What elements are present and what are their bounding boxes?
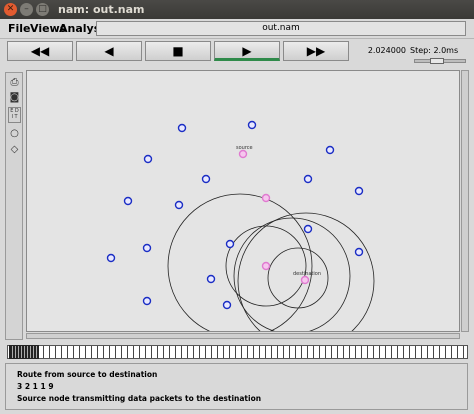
step-slider-knob[interactable] [430, 58, 444, 64]
source-node[interactable] [238, 149, 248, 159]
horizontal-scrollbar[interactable] [26, 333, 460, 339]
node[interactable] [354, 186, 364, 196]
step-back-button[interactable]: ◀ [76, 41, 142, 61]
node[interactable] [201, 174, 211, 184]
printer-icon[interactable]: ⎙ [8, 76, 21, 89]
vertical-scrollbar[interactable] [461, 70, 469, 332]
network-svg: source destination [106, 120, 375, 331]
node[interactable] [354, 247, 364, 257]
destination-label: destination [293, 271, 321, 277]
close-button[interactable]: ✕ [4, 3, 17, 16]
rewind-button[interactable]: ◀◀ [7, 41, 73, 61]
trace-file-name: out.nam [96, 21, 466, 36]
log-line: Source node transmitting data packets to… [17, 394, 262, 403]
node[interactable] [142, 296, 152, 306]
timeline-bar[interactable] [7, 345, 468, 359]
menu-file[interactable]: File [8, 22, 31, 35]
menu-bar: File Views Analysis out.nam [0, 19, 474, 39]
node-pink[interactable] [261, 193, 271, 203]
network-canvas[interactable]: source destination [26, 70, 460, 332]
log-line: Route from source to destination [17, 370, 158, 379]
fast-forward-button[interactable]: ▶▶ [283, 41, 349, 61]
sim-time-display: 2.024000 [367, 46, 406, 55]
play-button[interactable]: ▶ [214, 41, 280, 61]
node[interactable] [143, 154, 153, 164]
node[interactable] [303, 224, 313, 234]
node[interactable] [222, 300, 232, 310]
node[interactable] [174, 200, 184, 210]
annotation-log: Route from source to destination 3 2 1 1… [5, 363, 468, 410]
node[interactable] [325, 145, 335, 155]
maximize-button[interactable]: □ [36, 3, 49, 16]
diamond-icon[interactable]: ◇ [8, 143, 21, 156]
playback-controls: ◀◀ ◀ ■ ▶ ▶▶ 2.024000 Step: 2.0ms [0, 39, 474, 66]
step-display: Step: 2.0ms [410, 46, 459, 55]
timeline-marker[interactable] [9, 345, 39, 359]
transmission-ring [267, 247, 329, 309]
node[interactable] [206, 274, 216, 284]
stop-button[interactable]: ■ [145, 41, 211, 61]
node[interactable] [247, 120, 257, 130]
node[interactable] [177, 123, 187, 133]
destination-node[interactable] [300, 275, 310, 285]
title-bar: ✕ – □ nam: out.nam [0, 0, 474, 19]
node[interactable] [303, 174, 313, 184]
node[interactable] [123, 196, 133, 206]
node-pink[interactable] [261, 261, 271, 271]
edit-icon[interactable]: E D I T [8, 107, 21, 123]
node[interactable] [142, 243, 152, 253]
circle-icon[interactable]: ○ [8, 127, 21, 140]
node[interactable] [225, 239, 235, 249]
source-label: source [236, 145, 253, 151]
window-title: nam: out.nam [58, 3, 145, 16]
node[interactable] [106, 253, 116, 263]
minimize-button[interactable]: – [20, 3, 33, 16]
side-toolbar: ⎙ ◙ E D I T ○ ◇ [5, 72, 23, 340]
log-line: 3 2 1 1 9 [17, 382, 54, 391]
camera-icon[interactable]: ◙ [8, 91, 21, 104]
